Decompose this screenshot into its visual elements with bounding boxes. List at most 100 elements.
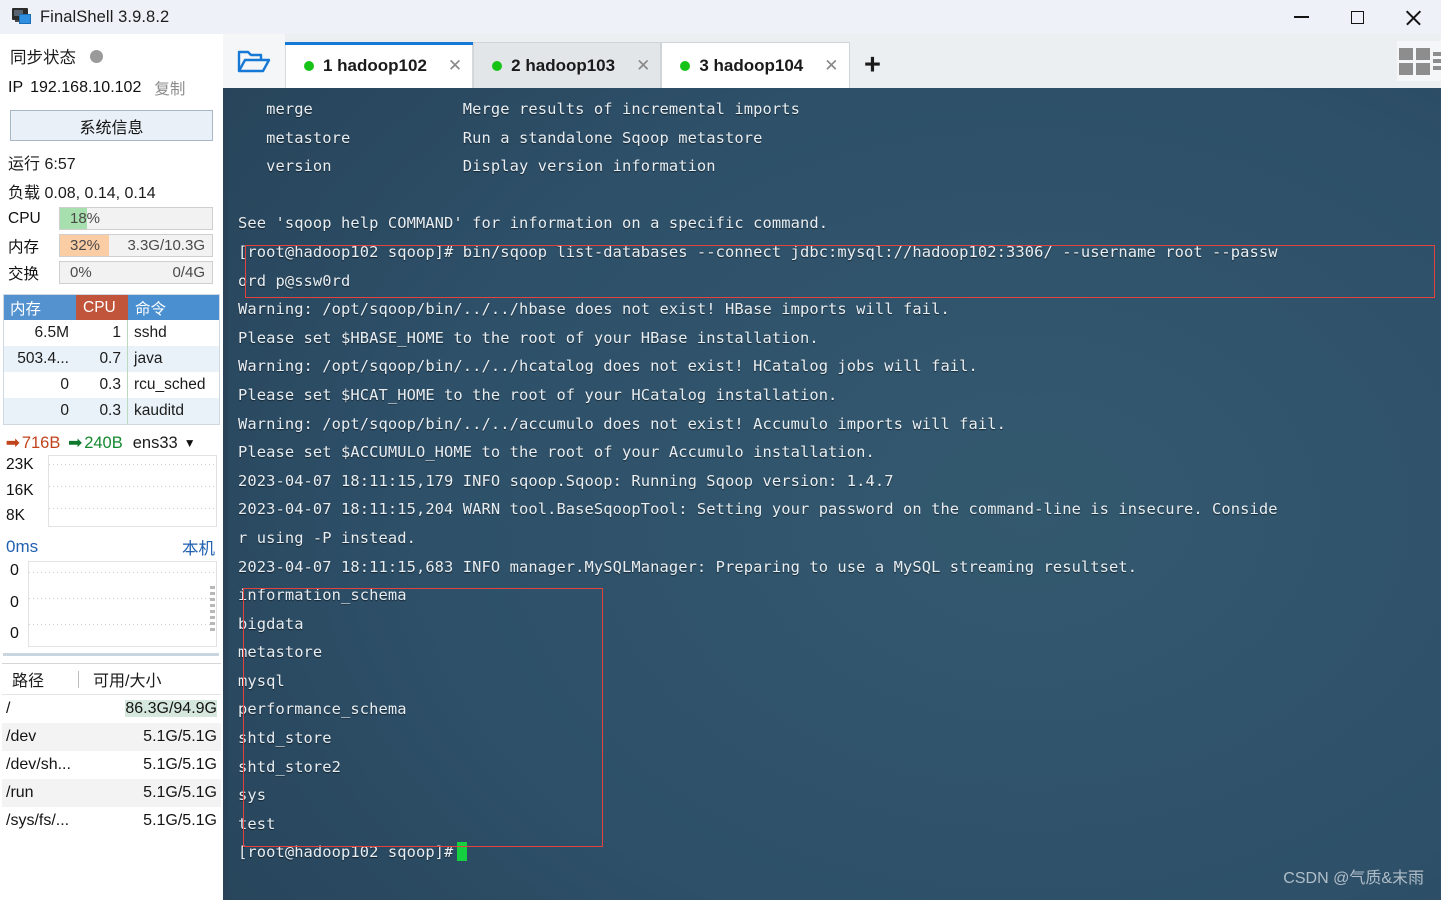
terminal-line: metastore Run a standalone Sqoop metasto… (238, 128, 763, 147)
process-header-memory[interactable]: 内存 (4, 295, 76, 320)
terminal-line: Please set $HBASE_HOME to the root of yo… (238, 328, 819, 347)
table-row[interactable]: 0 0.3 kauditd (4, 398, 219, 424)
network-upload-value: 716B (21, 433, 61, 452)
scrollbar[interactable] (210, 586, 215, 634)
terminal-line: 2023-04-07 18:11:15,204 WARN tool.BaseSq… (238, 500, 1278, 519)
process-command: rcu_sched (134, 376, 206, 393)
terminal-line: Warning: /opt/sqoop/bin/../../hcatalog d… (238, 357, 978, 376)
open-folder-icon (237, 50, 271, 73)
disk-path: /run (6, 784, 34, 801)
table-row[interactable]: /sys/fs/... 5.1G/5.1G (2, 807, 221, 835)
system-info-button[interactable]: 系统信息 (10, 110, 213, 141)
load-label: 负载 (8, 185, 41, 202)
table-row[interactable]: /dev/sh... 5.1G/5.1G (2, 751, 221, 779)
terminal-line: information_schema (238, 586, 407, 605)
table-row[interactable]: /run 5.1G/5.1G (2, 779, 221, 807)
process-command: java (134, 350, 163, 367)
memory-meter-extra: 3.3G/10.3G (127, 237, 205, 254)
tab-label: 2 hadoop103 (511, 55, 616, 75)
network-chart-plot (48, 455, 217, 527)
tab-hadoop102[interactable]: 1 hadoop102 ✕ (285, 42, 474, 88)
disk-size: 5.1G/5.1G (143, 812, 217, 829)
block-cursor-icon (457, 842, 468, 862)
layout-grid-icon (1398, 47, 1430, 75)
open-folder-button[interactable] (223, 34, 285, 88)
ping-latency: 0ms (6, 537, 39, 556)
terminal-prompt-line[interactable]: [root@hadoop102 sqoop]# (238, 838, 1441, 867)
ping-axis-tick: 0 (10, 625, 19, 642)
process-header-command[interactable]: 命令 (128, 295, 219, 320)
uptime-label: 运行 (8, 156, 41, 173)
terminal-line: Warning: /opt/sqoop/bin/../../hbase does… (238, 300, 950, 319)
network-download-value: 240B (84, 433, 123, 452)
app-title: FinalShell 3.9.8.2 (40, 7, 170, 26)
terminal-line: See 'sqoop help COMMAND' for information… (238, 214, 829, 233)
table-row[interactable]: 0 0.3 rcu_sched (4, 372, 219, 398)
close-icon[interactable]: ✕ (436, 56, 462, 76)
layout-grid-button[interactable] (1397, 41, 1441, 81)
ping-host[interactable]: 本机 (182, 535, 215, 559)
tab-bar: 1 hadoop102 ✕ 2 hadoop103 ✕ 3 hadoop104 … (223, 34, 1441, 88)
sidebar: 同步状态 IP 192.168.10.102 复制 系统信息 运行 6:57 负… (0, 34, 223, 900)
swap-meter-extra: 0/4G (172, 264, 205, 281)
memory-meter-percent: 32% (70, 237, 101, 254)
connected-dot-icon (304, 60, 314, 71)
terminal-line: merge Merge results of incremental impor… (238, 100, 800, 118)
close-button[interactable] (1385, 0, 1441, 34)
close-icon (1404, 8, 1423, 27)
memory-meter-bar: 32% 3.3G/10.3G (59, 234, 213, 257)
disk-header-size[interactable]: 可用/大小 (79, 667, 221, 691)
network-axis-tick: 16K (6, 481, 34, 499)
cpu-meter-row: CPU 18% (0, 203, 223, 230)
connected-dot-icon (492, 60, 503, 71)
tab-hadoop104[interactable]: 3 hadoop104 ✕ (661, 42, 850, 88)
process-command: kauditd (134, 402, 184, 419)
network-interface[interactable]: ens33 (133, 434, 178, 453)
monitor-icon (9, 8, 31, 26)
terminal-line: bigdata (238, 614, 304, 633)
network-header: ➟ 716B ➟ 240B ens33 ▼ (0, 425, 223, 455)
process-memory: 0 (60, 402, 69, 419)
title-bar: FinalShell 3.9.8.2 (0, 0, 1441, 34)
ping-header: 0ms 本机 (0, 527, 223, 561)
table-row[interactable]: / 86.3G/94.9G (2, 695, 221, 723)
title-bar-left: FinalShell 3.9.8.2 (0, 8, 169, 27)
ping-axis-tick: 0 (10, 562, 19, 579)
process-memory: 503.4... (17, 350, 69, 367)
maximize-button[interactable] (1329, 0, 1385, 34)
terminal-line: r using -P instead. (238, 528, 416, 547)
table-row[interactable]: 503.4... 0.7 java (4, 346, 219, 372)
terminal-output[interactable]: merge Merge results of incremental impor… (228, 88, 1441, 900)
ip-label: IP (8, 79, 24, 96)
ping-axis-tick: 0 (10, 593, 19, 611)
new-tab-button[interactable]: + (850, 42, 896, 88)
load-value: 0.08, 0.14, 0.14 (44, 185, 156, 202)
disk-size: 5.1G/5.1G (143, 756, 217, 773)
chevron-down-icon[interactable]: ▼ (184, 436, 196, 450)
load-row: 负载 0.08, 0.14, 0.14 (0, 174, 223, 203)
terminal-line: sys (238, 786, 267, 805)
disk-path: /sys/fs/... (6, 812, 70, 829)
table-row[interactable]: 6.5M 1 sshd (4, 320, 219, 346)
disk-path: /dev (6, 728, 37, 745)
copy-ip-link[interactable]: 复制 (154, 77, 185, 99)
minimize-button[interactable] (1273, 0, 1329, 34)
close-icon[interactable]: ✕ (812, 56, 838, 76)
process-command: sshd (134, 324, 167, 341)
process-header-cpu[interactable]: CPU (76, 295, 128, 320)
terminal-line: Please set $ACCUMULO_HOME to the root of… (238, 443, 875, 462)
swap-meter-row: 交换 0% 0/4G (0, 257, 223, 284)
process-cpu: 0.3 (76, 398, 128, 424)
sync-status-row: 同步状态 (0, 34, 223, 74)
uptime-value: 6:57 (44, 156, 76, 173)
process-table-header: 内存 CPU 命令 (4, 295, 219, 320)
terminal-line: shtd_store (238, 729, 332, 748)
table-row[interactable]: /dev 5.1G/5.1G (2, 723, 221, 751)
disk-header-path[interactable]: 路径 (2, 667, 78, 691)
terminal-line: performance_schema (238, 700, 407, 719)
tab-hadoop103[interactable]: 2 hadoop103 ✕ (473, 42, 662, 88)
terminal-line: 2023-04-07 18:11:15,683 INFO manager.MyS… (238, 557, 1138, 576)
close-icon[interactable]: ✕ (624, 56, 650, 76)
terminal-line: shtd_store2 (238, 757, 342, 776)
